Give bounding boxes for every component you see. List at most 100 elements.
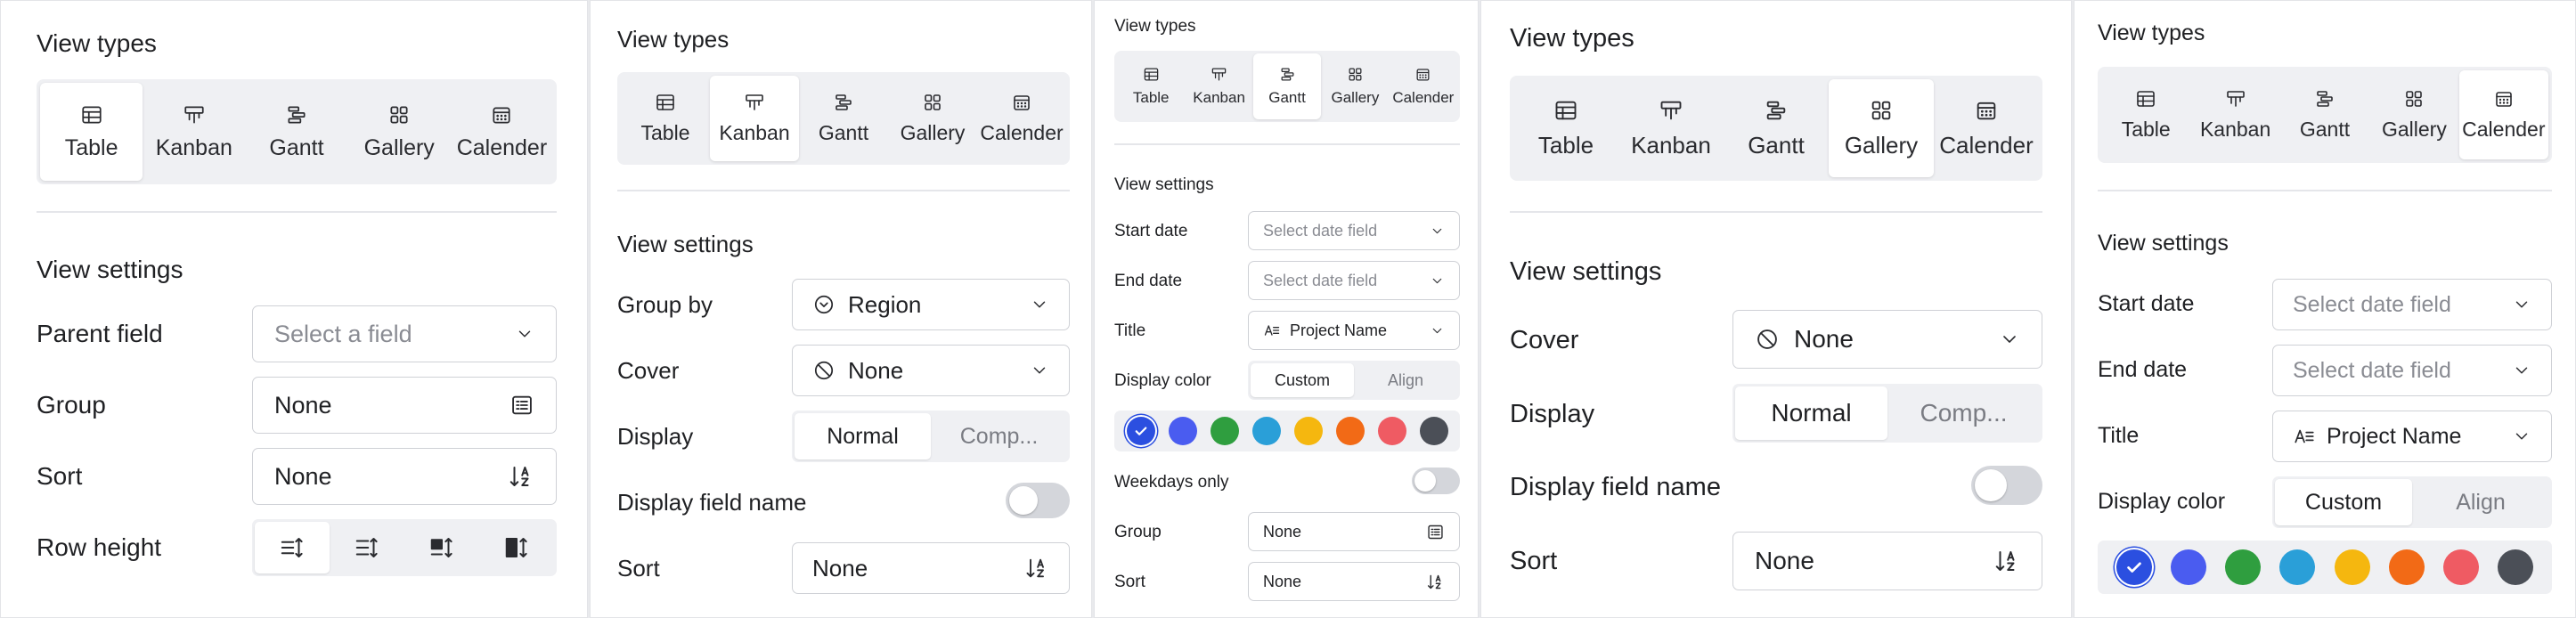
sort-value: None <box>274 462 332 490</box>
display-color-label: Display color <box>2098 489 2226 514</box>
color-swatch-selected[interactable] <box>1126 417 1155 445</box>
parent-field-select[interactable]: Select a field <box>252 305 557 362</box>
display-color-custom-option[interactable]: Custom <box>2275 479 2412 525</box>
parent-field-placeholder: Select a field <box>274 320 412 347</box>
display-color-custom-option[interactable]: Custom <box>1251 363 1354 397</box>
color-swatch[interactable] <box>2388 549 2425 585</box>
tab-gantt[interactable]: Gantt <box>245 83 347 181</box>
view-types-title: View types <box>617 26 730 53</box>
sort-value: None <box>1755 547 1814 574</box>
tab-kanban[interactable]: Kanban <box>143 83 245 181</box>
tab-calendar[interactable]: Calender <box>1390 53 1457 119</box>
color-swatch[interactable] <box>2334 549 2370 585</box>
display-normal-option[interactable]: Normal <box>1735 386 1887 440</box>
tab-calendar[interactable]: Calender <box>977 76 1066 161</box>
tab-label: Calender <box>2462 118 2546 141</box>
display-color-align-option[interactable]: Align <box>1354 363 1457 397</box>
start-date-select[interactable]: Select date field <box>1248 211 1460 250</box>
color-swatch[interactable] <box>1293 417 1323 445</box>
display-compact-option[interactable]: Comp... <box>1887 386 2040 440</box>
color-swatch[interactable] <box>1168 417 1197 445</box>
view-settings-title: View settings <box>1114 175 1214 194</box>
start-date-select[interactable]: Select date field <box>2272 279 2552 330</box>
tab-gallery[interactable]: Gallery <box>888 76 977 161</box>
tab-table[interactable]: Table <box>1117 53 1185 119</box>
tab-table[interactable]: Table <box>1513 79 1618 177</box>
panel-gantt-view: View types Table Kanban Gantt Gallery Ca… <box>1094 0 1479 618</box>
color-swatch[interactable] <box>1210 417 1239 445</box>
tab-table[interactable]: Table <box>621 76 710 161</box>
end-date-select[interactable]: Select date field <box>2272 345 2552 396</box>
color-swatch[interactable] <box>1251 417 1281 445</box>
start-date-placeholder: Select date field <box>1263 221 1378 240</box>
color-swatch[interactable] <box>1377 417 1406 445</box>
display-field-name-label: Display field name <box>1510 473 1721 501</box>
display-normal-option[interactable]: Normal <box>795 413 931 459</box>
tab-table[interactable]: Table <box>2101 70 2190 159</box>
color-swatch[interactable] <box>2279 549 2316 585</box>
chevron-down-icon <box>1033 367 1046 374</box>
kanban-icon <box>2226 91 2245 107</box>
sort-field[interactable]: None <box>252 448 557 505</box>
tab-gallery[interactable]: Gallery <box>2369 70 2458 159</box>
table-icon <box>1144 68 1158 81</box>
color-swatch[interactable] <box>1419 417 1448 445</box>
kanban-icon <box>746 94 763 110</box>
title-select[interactable]: Project Name <box>1248 311 1460 350</box>
tab-label: Kanban <box>719 121 790 144</box>
toggle-knob <box>1414 470 1436 492</box>
sort-field[interactable]: None <box>1248 562 1460 601</box>
color-palette <box>1114 411 1460 451</box>
gallery-icon <box>2406 91 2423 107</box>
tab-kanban[interactable]: Kanban <box>2190 70 2279 159</box>
cover-select[interactable]: None <box>1732 310 2042 369</box>
display-field-name-toggle[interactable] <box>1971 466 2042 505</box>
tab-calendar[interactable]: Calender <box>2458 70 2549 159</box>
chevron-down-icon <box>518 330 531 337</box>
tab-gantt[interactable]: Gantt <box>2280 70 2369 159</box>
color-swatch-selected[interactable] <box>2115 549 2152 585</box>
tab-kanban[interactable]: Kanban <box>710 76 799 161</box>
group-field[interactable]: None <box>1248 512 1460 551</box>
group-by-label: Group by <box>617 291 713 318</box>
display-compact-option[interactable]: Comp... <box>931 413 1067 459</box>
display-color-align-option[interactable]: Align <box>2412 479 2549 525</box>
tab-table[interactable]: Table <box>40 83 143 181</box>
display-field-name-toggle[interactable] <box>1006 483 1070 518</box>
tab-gantt[interactable]: Gantt <box>1252 53 1322 119</box>
chevron-down-icon <box>1432 328 1442 333</box>
tab-gantt[interactable]: Gantt <box>799 76 888 161</box>
row-height-medium[interactable] <box>330 522 404 573</box>
tab-label: Kanban <box>1631 131 1711 159</box>
group-field[interactable]: None <box>252 377 557 434</box>
tab-gantt[interactable]: Gantt <box>1724 79 1829 177</box>
tab-calendar[interactable]: Calender <box>451 83 553 181</box>
tab-kanban[interactable]: Kanban <box>1618 79 1724 177</box>
color-swatch[interactable] <box>2170 549 2206 585</box>
color-swatch[interactable] <box>2443 549 2480 585</box>
tab-label: Gallery <box>1331 89 1380 106</box>
tab-label: Table <box>640 121 690 144</box>
color-swatch[interactable] <box>1335 417 1365 445</box>
weekdays-only-toggle[interactable] <box>1412 468 1460 494</box>
row-height-tall[interactable] <box>404 522 479 573</box>
sort-field[interactable]: None <box>1732 532 2042 590</box>
tab-gallery[interactable]: Gallery <box>1321 53 1389 119</box>
group-by-select[interactable]: Region <box>792 279 1070 330</box>
color-swatch[interactable] <box>2225 549 2262 585</box>
title-select[interactable]: Project Name <box>2272 411 2552 462</box>
color-swatch[interactable] <box>2498 549 2534 585</box>
row-height-short[interactable] <box>255 522 330 573</box>
tab-label: Gallery <box>1844 131 1919 159</box>
gantt-icon <box>1281 68 1293 81</box>
tab-kanban[interactable]: Kanban <box>1185 53 1252 119</box>
tab-calendar[interactable]: Calender <box>1934 79 2039 177</box>
sort-field[interactable]: None <box>792 542 1070 594</box>
end-date-select[interactable]: Select date field <box>1248 261 1460 300</box>
kanban-icon <box>184 105 204 124</box>
row-height-extra-tall-icon <box>505 538 527 557</box>
tab-gallery[interactable]: Gallery <box>348 83 451 181</box>
cover-select[interactable]: None <box>792 345 1070 396</box>
tab-gallery[interactable]: Gallery <box>1829 79 1934 177</box>
row-height-extra-tall[interactable] <box>479 522 554 573</box>
